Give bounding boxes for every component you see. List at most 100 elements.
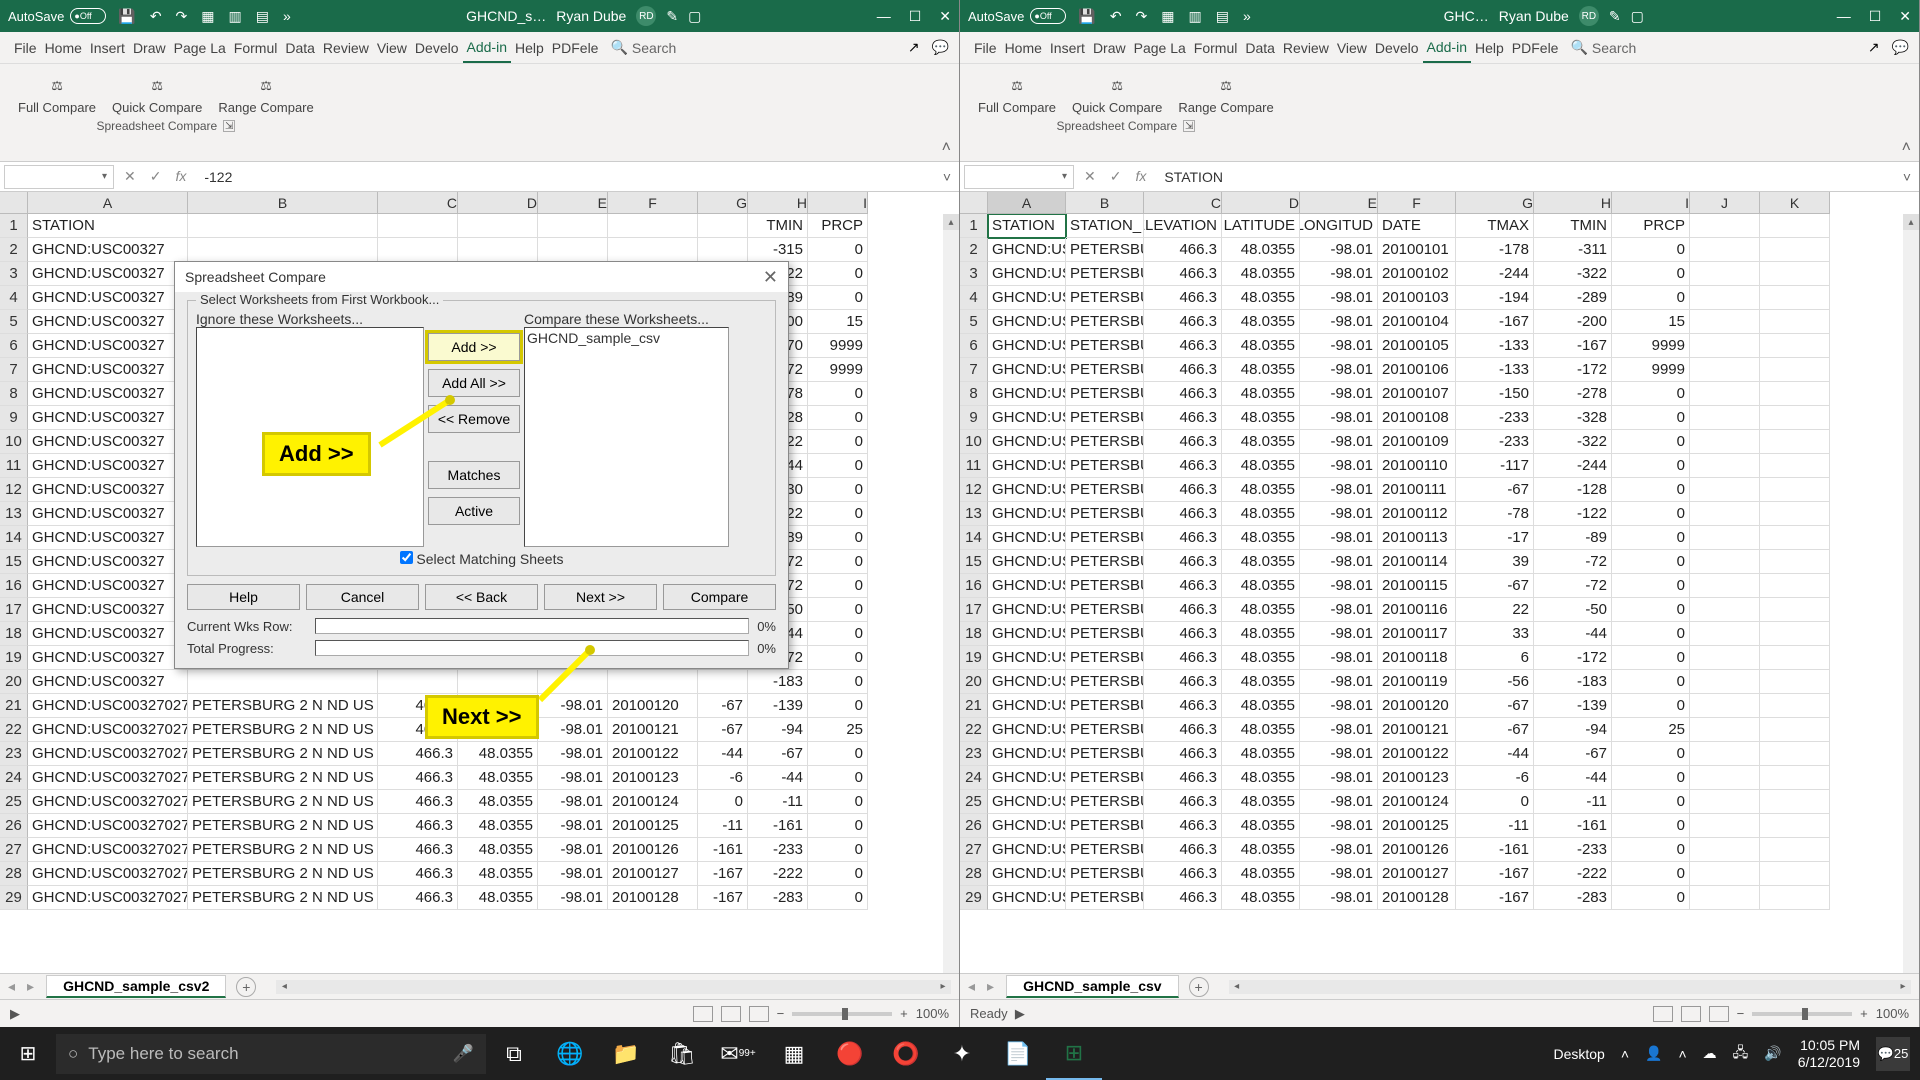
row-header[interactable]: 19	[0, 646, 28, 670]
add-button[interactable]: Add >>	[428, 333, 520, 361]
cell[interactable]	[1690, 382, 1760, 406]
cell[interactable]: GHCND:US	[988, 622, 1066, 646]
row-header[interactable]: 11	[0, 454, 28, 478]
tray-overflow-icon[interactable]: ˄	[1621, 1046, 1629, 1062]
cell[interactable]: 466.3	[1144, 430, 1222, 454]
tab-formulas[interactable]: Formul	[230, 34, 282, 62]
cell[interactable]: -322	[1534, 430, 1612, 454]
cell[interactable]: LATITUDE	[1222, 214, 1300, 238]
row-header[interactable]: 20	[0, 670, 28, 694]
cell[interactable]: GHCND:US	[988, 454, 1066, 478]
cell[interactable]: GHCND:US	[988, 646, 1066, 670]
cell[interactable]: -98.01	[1300, 670, 1378, 694]
name-box[interactable]	[4, 165, 114, 189]
cell[interactable]: GHCND:USC00327	[28, 502, 188, 526]
cell[interactable]: PETERSBU	[1066, 550, 1144, 574]
window-icon[interactable]: ▢	[1631, 8, 1644, 25]
maximize-button[interactable]: ☐	[1869, 8, 1882, 25]
cell[interactable]: -98.01	[1300, 694, 1378, 718]
vertical-scrollbar[interactable]: ▴	[943, 214, 959, 973]
cell[interactable]: -167	[1456, 310, 1534, 334]
cell[interactable]: 20100108	[1378, 406, 1456, 430]
row-header[interactable]: 13	[0, 502, 28, 526]
cell[interactable]: -128	[1534, 478, 1612, 502]
cell[interactable]: 20100102	[1378, 262, 1456, 286]
cell[interactable]: 48.0355	[1222, 550, 1300, 574]
window-icon[interactable]: ▢	[688, 8, 701, 25]
horizontal-scrollbar[interactable]: ◂▸	[276, 980, 951, 994]
maximize-button[interactable]: ☐	[909, 8, 922, 25]
col-header-F-r[interactable]: F	[1378, 192, 1456, 214]
close-button[interactable]: ✕	[1899, 8, 1911, 25]
cell[interactable]: GHCND:US	[988, 358, 1066, 382]
col-header-G[interactable]: G	[698, 192, 748, 214]
active-button[interactable]: Active	[428, 497, 520, 525]
row-header[interactable]: 14	[0, 526, 28, 550]
cell[interactable]	[1760, 742, 1830, 766]
cell[interactable]: PETERSBU	[1066, 622, 1144, 646]
cell[interactable]: GHCND:USC00327	[28, 454, 188, 478]
cell[interactable]: PETERSBU	[1066, 310, 1144, 334]
tray-up-icon[interactable]: ˄	[1678, 1046, 1686, 1062]
cell[interactable]	[1690, 502, 1760, 526]
tab-addin[interactable]: Add-in	[463, 33, 511, 63]
cell[interactable]: 20100112	[1378, 502, 1456, 526]
cell[interactable]: PETERSBU	[1066, 334, 1144, 358]
cell[interactable]: GHCND:US	[988, 502, 1066, 526]
cell[interactable]	[1690, 478, 1760, 502]
cell[interactable]: 48.0355	[1222, 862, 1300, 886]
user-avatar[interactable]: RD	[636, 6, 656, 26]
row-header[interactable]: 23	[0, 742, 28, 766]
cell[interactable]: 20100126	[1378, 838, 1456, 862]
cell[interactable]	[1760, 694, 1830, 718]
tab-developer-r[interactable]: Develo	[1371, 34, 1423, 62]
row-header[interactable]: 28	[0, 862, 28, 886]
cell[interactable]: -98.01	[1300, 358, 1378, 382]
cell[interactable]: 20100113	[1378, 526, 1456, 550]
cell[interactable]: PETERSBU	[1066, 886, 1144, 910]
row-header[interactable]: 4	[0, 286, 28, 310]
row-header[interactable]: 27	[0, 838, 28, 862]
cell[interactable]: PETERSBU	[1066, 382, 1144, 406]
cell[interactable]: 48.0355	[1222, 262, 1300, 286]
redo-icon[interactable]: ↷	[176, 8, 188, 25]
cell[interactable]: -98.01	[1300, 574, 1378, 598]
cell[interactable]: 466.3	[1144, 502, 1222, 526]
cell[interactable]	[1690, 406, 1760, 430]
zoom-slider[interactable]	[792, 1012, 892, 1016]
cell[interactable]: -98.01	[1300, 334, 1378, 358]
cell[interactable]: 20100106	[1378, 358, 1456, 382]
cell[interactable]: -167	[1534, 334, 1612, 358]
cell[interactable]	[1690, 670, 1760, 694]
cell[interactable]: 0	[1612, 838, 1690, 862]
tell-me-search-r[interactable]: 🔍 Search	[1570, 39, 1636, 56]
cell[interactable]: 20100110	[1378, 454, 1456, 478]
pen-icon[interactable]: ✎	[1609, 8, 1621, 25]
cell[interactable]	[1690, 646, 1760, 670]
cell[interactable]: 466.3	[1144, 742, 1222, 766]
col-header-A[interactable]: A	[28, 192, 188, 214]
cell[interactable]: 466.3	[1144, 862, 1222, 886]
cell[interactable]	[1690, 550, 1760, 574]
cell[interactable]: -161	[1456, 838, 1534, 862]
page-layout-button-r[interactable]	[1681, 1006, 1701, 1022]
cell[interactable]: PETERSBU	[1066, 694, 1144, 718]
tab-home[interactable]: Home	[41, 34, 86, 62]
cell[interactable]: 39	[1456, 550, 1534, 574]
pen-icon[interactable]: ✎	[666, 8, 678, 25]
cell[interactable]: GHCND:USC00327	[28, 334, 188, 358]
cell[interactable]: 466.3	[1144, 286, 1222, 310]
app-icon-2[interactable]: ✦	[934, 1027, 990, 1080]
cell[interactable]: -150	[1456, 382, 1534, 406]
cell[interactable]	[378, 214, 458, 238]
cell[interactable]: 48.0355	[1222, 742, 1300, 766]
formula-input-r[interactable]: STATION	[1156, 169, 1894, 185]
app-icon-1[interactable]: ▦	[766, 1027, 822, 1080]
row-header[interactable]: 9	[0, 406, 28, 430]
cell[interactable]: GHCND:US	[988, 718, 1066, 742]
cancel-fx-icon[interactable]: ✕	[124, 168, 136, 185]
col-header-I-r[interactable]: I	[1612, 192, 1690, 214]
cell[interactable]: GHCND:USC00327	[28, 646, 188, 670]
cell[interactable]: PETERSBU	[1066, 478, 1144, 502]
cell[interactable]: -98.01	[1300, 550, 1378, 574]
